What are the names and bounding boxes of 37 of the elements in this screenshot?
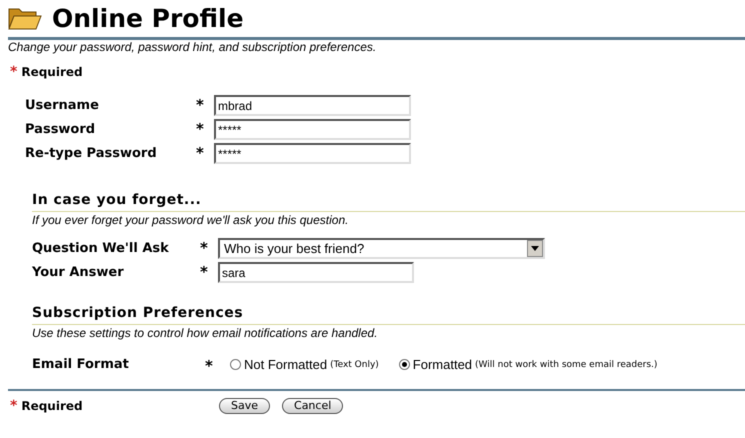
required-marker: * [10, 65, 18, 79]
option-note: (Will not work with some email readers.) [475, 359, 658, 372]
required-marker: * [196, 146, 205, 161]
field-label: Username [25, 96, 100, 115]
page-description: Change your password, password hint, and subscription preferences. [8, 40, 378, 55]
option-note: (Text Only) [330, 359, 379, 372]
required-marker: * [205, 356, 214, 374]
form-button[interactable]: Cancel [282, 398, 344, 414]
option-label: Formatted [412, 356, 472, 374]
dropdown[interactable]: Who is your best friend? [218, 238, 545, 259]
required-marker: * [196, 122, 205, 137]
dropdown-arrow-icon [531, 246, 539, 251]
section-description: Use these settings to control how email notifications are handled. [32, 325, 379, 341]
radio-button[interactable] [230, 359, 241, 370]
required-marker: * [10, 398, 18, 412]
form-button[interactable]: Save [219, 398, 270, 414]
section-description: If you ever forget your password we'll ask you this question. [32, 212, 350, 228]
required-marker: * [196, 98, 205, 113]
field-label: Password [25, 120, 96, 139]
text-field[interactable]: ***** [214, 143, 411, 164]
required-marker: * [200, 241, 209, 256]
field-label: Your Answer [32, 264, 125, 282]
radio-button[interactable] [398, 359, 410, 370]
text-field[interactable]: sara [218, 262, 414, 283]
page-title: Online Profile [52, 6, 244, 30]
text-field[interactable]: ***** [214, 119, 411, 140]
option-label: Not Formatted [244, 356, 328, 374]
text-field[interactable]: mbrad [214, 95, 411, 116]
required-marker: * [200, 265, 209, 280]
field-label: Email Format [32, 356, 130, 374]
required-label: Required [21, 398, 83, 414]
required-label: Required [21, 64, 83, 81]
folder-icon [8, 6, 42, 30]
section-heading: Subscription Preferences [32, 305, 244, 322]
section-heading: In case you forget... [32, 192, 202, 209]
field-label: Question We'll Ask [32, 240, 170, 258]
field-label: Re-type Password [25, 144, 158, 163]
